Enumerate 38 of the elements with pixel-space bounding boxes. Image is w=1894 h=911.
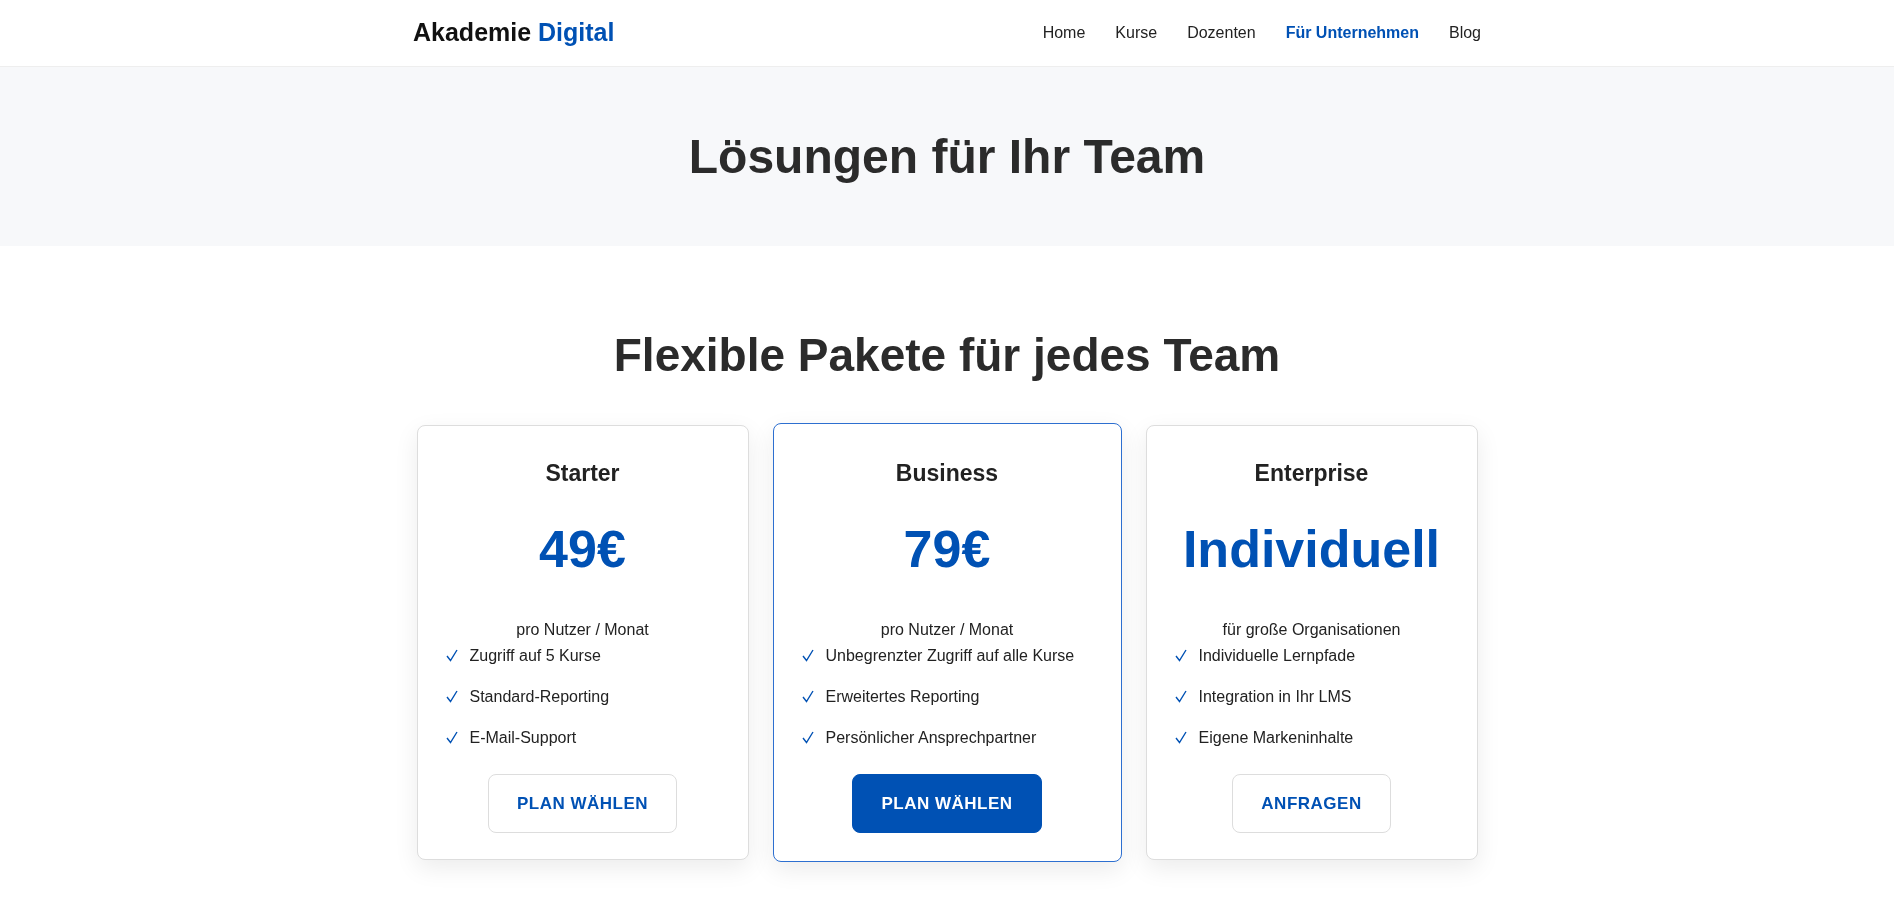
plan-price: 79€ bbox=[902, 520, 992, 578]
feature-text: Standard-Reporting bbox=[469, 686, 610, 707]
nav-link[interactable]: Dozenten bbox=[1187, 21, 1256, 45]
check-icon bbox=[1174, 649, 1187, 663]
section-title: Flexible Pakete für jedes Team bbox=[612, 328, 1282, 383]
check-icon bbox=[445, 649, 458, 663]
plan-name: Starter bbox=[544, 459, 621, 489]
plan-price: 49€ bbox=[538, 520, 627, 578]
nav-link[interactable]: Home bbox=[1042, 21, 1086, 45]
nav-link[interactable]: Kurse bbox=[1115, 21, 1158, 45]
feature-text: E-Mail-Support bbox=[469, 727, 577, 748]
check-icon bbox=[1174, 731, 1187, 745]
feature-text: Individuelle Lernpfade bbox=[1198, 645, 1356, 666]
plan-button[interactable]: PLAN WÄHLEN bbox=[487, 773, 678, 834]
feature-text: Erweitertes Reporting bbox=[825, 686, 980, 707]
check-icon bbox=[801, 731, 814, 745]
nav-link[interactable]: Für Unternehmen bbox=[1285, 21, 1419, 45]
check-icon bbox=[445, 690, 458, 704]
nav-link[interactable]: Blog bbox=[1448, 21, 1481, 45]
check-icon bbox=[1174, 690, 1187, 704]
feature-text: Zugriff auf 5 Kurse bbox=[469, 645, 601, 666]
plan-name: Enterprise bbox=[1253, 459, 1370, 489]
feature-text: Unbegrenzter Zugriff auf alle Kurse bbox=[825, 645, 1075, 666]
plan-name: Business bbox=[894, 459, 1000, 489]
check-icon bbox=[445, 731, 458, 745]
feature-text: Integration in Ihr LMS bbox=[1198, 686, 1352, 707]
check-icon bbox=[801, 649, 814, 663]
site-logo[interactable]: Akademie Digital bbox=[413, 14, 615, 52]
plan-period: pro Nutzer / Monat bbox=[879, 619, 1015, 640]
feature-text: Persönlicher Ansprechpartner bbox=[825, 727, 1037, 748]
plan-button[interactable]: PLAN WÄHLEN bbox=[852, 773, 1042, 834]
check-icon bbox=[801, 690, 814, 704]
hero-title: Lösungen für Ihr Team bbox=[688, 128, 1206, 185]
feature-text: Eigene Markeninhalte bbox=[1198, 727, 1354, 748]
plan-period: für große Organisationen bbox=[1221, 619, 1402, 640]
plan-price: Individuell bbox=[1181, 520, 1442, 578]
plan-period: pro Nutzer / Monat bbox=[515, 619, 650, 640]
plan-button[interactable]: ANFRAGEN bbox=[1232, 773, 1391, 834]
